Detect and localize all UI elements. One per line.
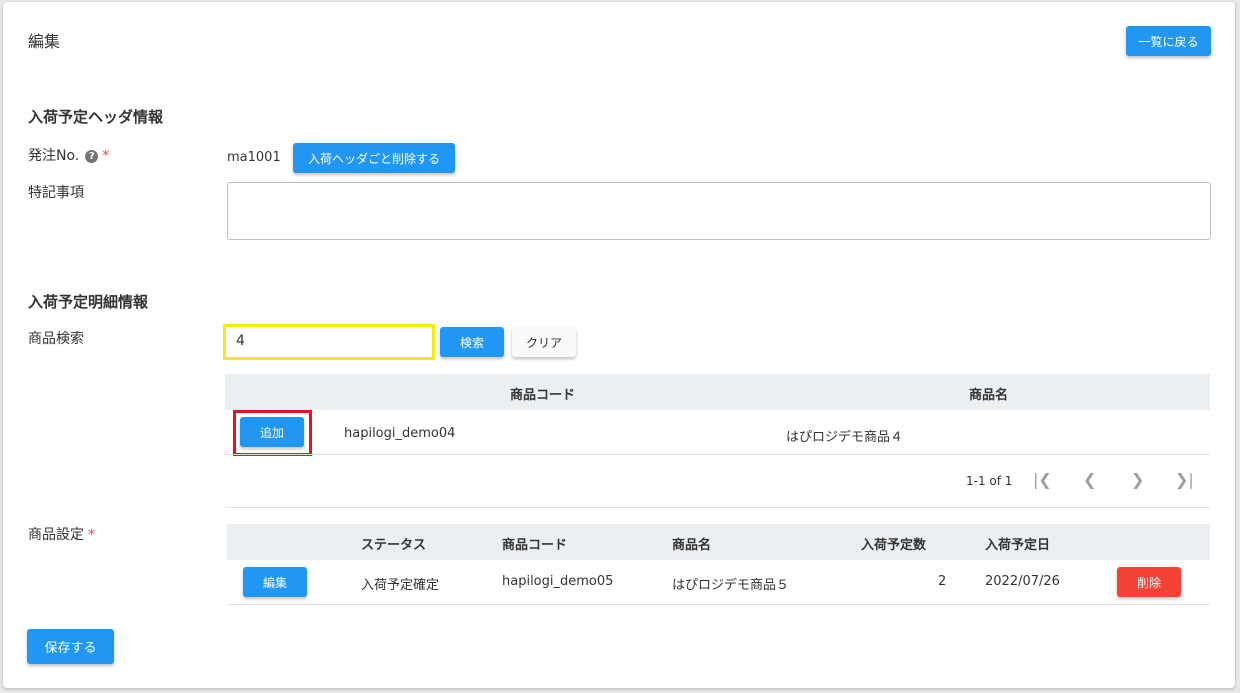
header-section-title: 入荷予定ヘッダ情報 bbox=[28, 108, 164, 126]
notes-label: 特記事項 bbox=[28, 185, 84, 201]
product-search-input[interactable]: 4 bbox=[223, 324, 435, 360]
col-qty: 入荷予定数 bbox=[861, 538, 927, 553]
col-date: 入荷予定日 bbox=[985, 538, 1051, 553]
product-setting-label-text: 商品設定 bbox=[28, 527, 84, 543]
col-status: ステータス bbox=[361, 538, 427, 553]
product-search-label: 商品検索 bbox=[28, 331, 84, 347]
pagination-info: 1-1 of 1 bbox=[966, 474, 1013, 488]
product-setting-label: 商品設定 * bbox=[28, 524, 95, 544]
clear-button[interactable]: クリア bbox=[512, 327, 576, 357]
setting-row-divider bbox=[227, 604, 1210, 605]
col-product-code: 商品コード bbox=[510, 388, 576, 403]
search-row-name: はぴロジデモ商品４ bbox=[786, 430, 904, 445]
order-no-label-text: 発注No. bbox=[28, 148, 80, 164]
delete-header-button[interactable]: 入荷ヘッダごと削除する bbox=[293, 143, 455, 173]
col-product-name: 商品名 bbox=[969, 388, 1009, 403]
setting-row-date: 2022/07/26 bbox=[985, 574, 1060, 589]
order-no-label: 発注No.? * bbox=[28, 145, 109, 165]
next-page-icon[interactable]: ❯ bbox=[1131, 470, 1144, 489]
search-row-code: hapilogi_demo04 bbox=[344, 426, 456, 441]
back-to-list-button[interactable]: 一覧に戻る bbox=[1126, 26, 1211, 56]
edit-button[interactable]: 編集 bbox=[243, 567, 307, 597]
notes-textarea[interactable] bbox=[227, 182, 1211, 240]
col-code: 商品コード bbox=[502, 538, 568, 553]
row-divider bbox=[225, 454, 1210, 455]
setting-row-qty: 2 bbox=[938, 574, 947, 589]
setting-row-status: 入荷予定確定 bbox=[361, 578, 440, 593]
save-button[interactable]: 保存する bbox=[27, 629, 114, 664]
delete-row-button[interactable]: 削除 bbox=[1117, 567, 1181, 597]
required-mark: * bbox=[88, 527, 95, 543]
setting-row-code: hapilogi_demo05 bbox=[502, 574, 614, 589]
setting-row-name: はぴロジデモ商品５ bbox=[672, 578, 790, 593]
pager-divider bbox=[225, 507, 1210, 508]
prev-page-icon[interactable]: ❮ bbox=[1083, 470, 1096, 489]
order-no-value: ma1001 bbox=[227, 150, 281, 165]
setting-table-header: ステータス 商品コード 商品名 入荷予定数 入荷予定日 bbox=[227, 524, 1210, 560]
search-button[interactable]: 検索 bbox=[440, 327, 504, 357]
page-title: 編集 bbox=[28, 32, 61, 51]
col-name: 商品名 bbox=[672, 538, 712, 553]
detail-section-title: 入荷予定明細情報 bbox=[28, 293, 149, 311]
first-page-icon[interactable]: |❮ bbox=[1033, 470, 1052, 489]
required-mark: * bbox=[102, 148, 110, 164]
last-page-icon[interactable]: ❯| bbox=[1175, 470, 1194, 489]
search-table-header: 商品コード 商品名 bbox=[225, 374, 1210, 410]
edit-card: 編集 一覧に戻る 入荷予定ヘッダ情報 発注No.? * ma1001 入荷ヘッダご… bbox=[3, 2, 1235, 688]
add-button-highlight bbox=[233, 410, 312, 456]
help-icon[interactable]: ? bbox=[85, 149, 99, 163]
